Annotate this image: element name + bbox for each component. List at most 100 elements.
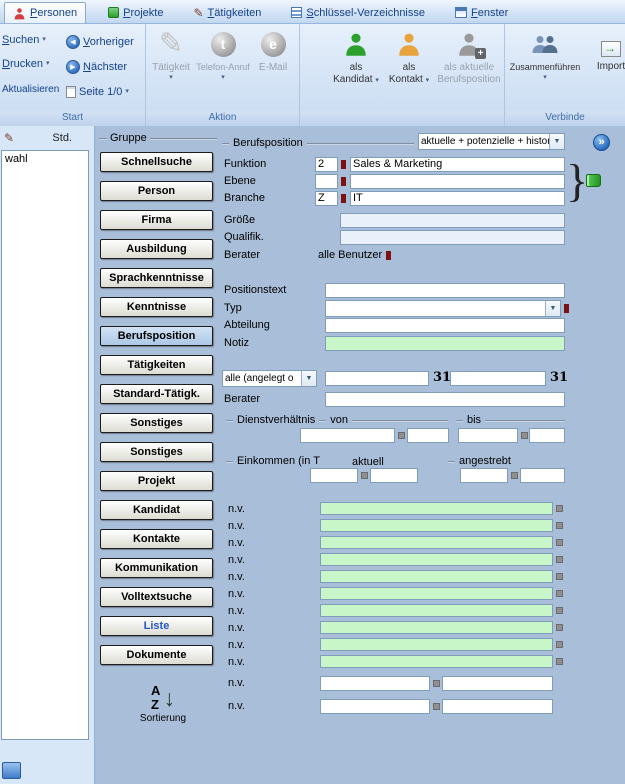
- window-icon: [455, 7, 467, 18]
- calendar-icon[interactable]: 31: [550, 370, 568, 385]
- nv-field[interactable]: [320, 604, 553, 617]
- dienstverhaeltnis-bis-input[interactable]: [458, 428, 518, 443]
- nv-field[interactable]: [442, 699, 553, 714]
- ebene-code-input[interactable]: [315, 174, 338, 189]
- group-button-standard-taetigk[interactable]: Standard-Tätigk.: [100, 384, 213, 404]
- nv-field[interactable]: [320, 502, 553, 515]
- einkommen-aktuell-input[interactable]: [310, 468, 358, 483]
- abteilung-input[interactable]: [325, 318, 565, 333]
- nv-field[interactable]: [320, 536, 553, 549]
- berater2-input[interactable]: [325, 392, 565, 407]
- nv-field[interactable]: [320, 570, 553, 583]
- funktion-input[interactable]: Sales & Marketing: [350, 157, 565, 172]
- qualifik-input[interactable]: [340, 230, 565, 245]
- vorheriger-button[interactable]: ◀ Vorheriger: [66, 35, 134, 49]
- einkommen-header: Einkommen (in T: [226, 455, 346, 467]
- drucken-button[interactable]: Drucken ▾: [2, 58, 50, 70]
- group-button-berufsposition[interactable]: Berufsposition: [100, 326, 213, 346]
- group-button-person[interactable]: Person: [100, 181, 213, 201]
- nv-field[interactable]: [320, 587, 553, 600]
- import-button[interactable]: → Import: [587, 38, 625, 72]
- sort-button[interactable]: A Z ↓ Sortierung: [131, 684, 195, 724]
- group-button-firma[interactable]: Firma: [100, 210, 213, 230]
- naechster-button[interactable]: ▶ Nächster: [66, 60, 127, 74]
- group-button-kandidat[interactable]: Kandidat: [100, 500, 213, 520]
- telefon-anruf-button[interactable]: t Telefon-Anruf ▾: [194, 27, 252, 82]
- group-button-sonstiges-2[interactable]: Sonstiges: [100, 442, 213, 462]
- group-button-schnellsuche[interactable]: Schnellsuche: [100, 152, 213, 172]
- als-kandidat-button[interactable]: als Kandidat ▾: [330, 27, 382, 85]
- tab-projekte[interactable]: Projekte: [100, 2, 171, 23]
- tab-schluessel-verzeichnisse[interactable]: Schlüssel-Verzeichnisse: [283, 2, 433, 23]
- angelegt-dropdown[interactable]: alle (angelegt o ▼: [222, 370, 317, 387]
- nv-label: n.v.: [228, 587, 245, 602]
- selection-listbox[interactable]: wahl: [1, 150, 89, 740]
- branche-lookup-marker-icon[interactable]: [341, 194, 346, 203]
- section-rule: [150, 138, 217, 139]
- aktualisieren-button[interactable]: Aktualisieren: [2, 84, 59, 95]
- group-button-ausbildung[interactable]: Ausbildung: [100, 239, 213, 259]
- nv-field[interactable]: [320, 676, 430, 691]
- group-section-header: Gruppe: [99, 132, 217, 144]
- nv-field[interactable]: [442, 676, 553, 691]
- tab-taetigkeiten[interactable]: ✎ Tätigkeiten: [185, 2, 269, 23]
- ebene-input[interactable]: [350, 174, 565, 189]
- list-item[interactable]: wahl: [2, 151, 88, 167]
- taetigkeit-button[interactable]: ✎ Tätigkeit ▾: [148, 27, 194, 82]
- funktion-label: Funktion: [224, 157, 266, 172]
- dienstverhaeltnis-von-detail-input[interactable]: [407, 428, 449, 443]
- group-button-kenntnisse[interactable]: Kenntnisse: [100, 297, 213, 317]
- notiz-input[interactable]: [325, 336, 565, 351]
- catalog-book-icon[interactable]: [586, 174, 601, 187]
- dienstverhaeltnis-bis-detail-input[interactable]: [529, 428, 565, 443]
- tab-label: Fenster: [471, 7, 508, 19]
- group-button-dokumente[interactable]: Dokumente: [100, 645, 213, 665]
- ebene-lookup-marker-icon[interactable]: [341, 177, 346, 186]
- date-from-input[interactable]: [325, 371, 429, 386]
- date-to-input[interactable]: [450, 371, 546, 386]
- group-button-sonstiges-1[interactable]: Sonstiges: [100, 413, 213, 433]
- calendar-icon[interactable]: 31: [433, 370, 451, 385]
- group-button-sprachkenntnisse[interactable]: Sprachkenntnisse: [100, 268, 213, 288]
- group-button-liste[interactable]: Liste: [100, 616, 213, 636]
- tab-label: Tätigkeiten: [208, 7, 262, 19]
- group-button-projekt[interactable]: Projekt: [100, 471, 213, 491]
- nv-field[interactable]: [320, 621, 553, 634]
- email-button[interactable]: e E-Mail: [252, 27, 294, 73]
- group-button-taetigkeiten[interactable]: Tätigkeiten: [100, 355, 213, 375]
- section-rule: [448, 461, 455, 462]
- branche-input[interactable]: IT: [350, 191, 565, 206]
- ebene-label: Ebene: [224, 174, 256, 189]
- branche-code-input[interactable]: Z: [315, 191, 338, 206]
- pencil-icon: ✎: [159, 29, 183, 59]
- einkommen-angestrebt-input[interactable]: [460, 468, 508, 483]
- dienstverhaeltnis-von-input[interactable]: [300, 428, 395, 443]
- expand-button[interactable]: »: [593, 134, 610, 151]
- typ-lookup-marker-icon[interactable]: [564, 304, 569, 313]
- nv-field[interactable]: [320, 553, 553, 566]
- seite-button[interactable]: Seite 1/0 ▾: [66, 86, 129, 98]
- nv-field[interactable]: [320, 655, 553, 668]
- als-kontakt-button[interactable]: als Kontakt ▾: [384, 27, 434, 85]
- scope-dropdown[interactable]: aktuelle + potenzielle + historisc ▼: [418, 133, 565, 150]
- tab-personen[interactable]: Personen: [4, 2, 86, 23]
- group-button-kontakte[interactable]: Kontakte: [100, 529, 213, 549]
- zusammenfuehren-button[interactable]: Zusammenführen ▾: [507, 27, 583, 82]
- funktion-code-input[interactable]: 2: [315, 157, 338, 172]
- suchen-button[interactable]: Suchen ▾: [2, 34, 46, 46]
- funktion-lookup-marker-icon[interactable]: [341, 160, 346, 169]
- als-aktuelle-berufsposition-button[interactable]: + als aktuelle Berufsposition: [434, 27, 504, 85]
- group-button-volltextsuche[interactable]: Volltextsuche: [100, 587, 213, 607]
- groesse-input[interactable]: [340, 213, 565, 228]
- sidebar-bottom-button[interactable]: [2, 762, 21, 779]
- tab-fenster[interactable]: Fenster: [447, 2, 516, 23]
- nv-field[interactable]: [320, 638, 553, 651]
- einkommen-angestrebt-detail-input[interactable]: [520, 468, 565, 483]
- positionstext-input[interactable]: [325, 283, 565, 298]
- nv-field[interactable]: [320, 699, 430, 714]
- typ-dropdown[interactable]: ▼: [325, 300, 561, 317]
- berater-lookup-marker-icon[interactable]: [386, 251, 391, 260]
- group-button-kommunikation[interactable]: Kommunikation: [100, 558, 213, 578]
- nv-field[interactable]: [320, 519, 553, 532]
- einkommen-aktuell-detail-input[interactable]: [370, 468, 418, 483]
